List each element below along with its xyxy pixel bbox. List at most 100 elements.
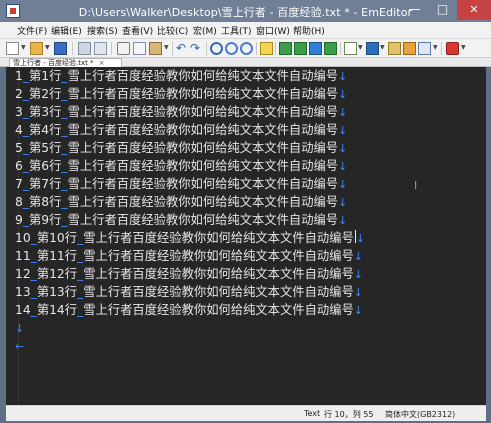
emeditor-window: D:\Users\Walker\Desktop\雪上行者 - 百度经验.txt … (0, 0, 491, 423)
menu-view[interactable]: 查看(V) (122, 24, 153, 37)
newline-mark: ↓ (338, 160, 348, 173)
copy-icon[interactable] (133, 42, 146, 55)
line-body-text: 雪上行者百度经验教你如何给纯文本文件自动编号 (83, 303, 354, 317)
line-label-text: 第10行 (36, 231, 78, 245)
newline-mark: ↓ (338, 70, 348, 83)
newline-mark: ↓ (15, 322, 25, 335)
toolbar: ▼ ▼ ▼ ↶ ↷ ▼ ▼ ▼ ▼ (0, 39, 491, 58)
ibeam-cursor-icon: I (414, 179, 418, 192)
window-dropdown-icon[interactable]: ▼ (433, 44, 438, 51)
text-editor[interactable]: 1_第1行_雪上行者百度经验教你如何给纯文本文件自动编号↓ 2_第2行_雪上行者百… (6, 67, 486, 405)
text-line: 6_第6行_雪上行者百度经验教你如何给纯文本文件自动编号↓ (15, 157, 347, 175)
line-number-text: 12 (15, 267, 31, 281)
menu-window[interactable]: 窗口(W) (256, 24, 290, 37)
toolbar-separator (275, 42, 276, 55)
new-file-icon[interactable] (6, 42, 19, 55)
menu-tools[interactable]: 工具(T) (221, 24, 252, 37)
line-body-text: 雪上行者百度经验教你如何给纯文本文件自动编号 (83, 267, 354, 281)
line-body-text: 雪上行者百度经验教你如何给纯文本文件自动编号 (67, 87, 339, 101)
text-line: 3_第3行_雪上行者百度经验教你如何给纯文本文件自动编号↓ (15, 103, 347, 121)
wrap-window-icon[interactable] (294, 42, 307, 55)
line-label-text: 第2行 (28, 87, 62, 101)
line-number-text: 5 (15, 141, 23, 155)
text-line: 2_第2行_雪上行者百度经验教你如何给纯文本文件自动编号↓ (15, 85, 347, 103)
newline-mark: ↓ (338, 178, 348, 191)
line-number-text: 3 (15, 105, 23, 119)
menu-macros[interactable]: 宏(M) (193, 24, 217, 37)
new-dropdown-icon[interactable]: ▼ (21, 44, 26, 51)
line-number-text: 2 (15, 87, 23, 101)
minimize-button[interactable]: — (401, 0, 428, 20)
line-label-text: 第13行 (36, 285, 78, 299)
line-body-text: 雪上行者百度经验教你如何给纯文本文件自动编号 (83, 231, 354, 245)
newline-mark: ↓ (338, 106, 348, 119)
find-next-icon[interactable] (225, 42, 238, 55)
menu-file[interactable]: 文件(F) (17, 24, 47, 37)
undo-icon[interactable]: ↶ (176, 42, 189, 55)
line-label-text: 第3行 (28, 105, 62, 119)
macro-record-icon[interactable] (446, 42, 459, 55)
newline-mark: ↓ (353, 250, 363, 263)
customize-icon[interactable] (403, 42, 416, 55)
line-body-text: 雪上行者百度经验教你如何给纯文本文件自动编号 (83, 285, 354, 299)
line-body-text: 雪上行者百度经验教你如何给纯文本文件自动编号 (67, 195, 339, 209)
window-icon[interactable] (418, 42, 431, 55)
text-line: 7_第7行_雪上行者百度经验教你如何给纯文本文件自动编号↓ (15, 175, 347, 193)
line-label-text: 第4行 (28, 123, 62, 137)
open-dropdown-icon[interactable]: ▼ (45, 44, 50, 51)
highlight-icon[interactable] (260, 42, 273, 55)
maximize-button[interactable]: □ (429, 0, 456, 20)
menu-edit[interactable]: 编辑(E) (51, 24, 82, 37)
status-encoding[interactable]: 简体中文(GB2312) (385, 409, 455, 420)
text-line: 11_第11行_雪上行者百度经验教你如何给纯文本文件自动编号↓ (15, 247, 363, 265)
find-icon[interactable] (210, 42, 223, 55)
newline-mark: ↓ (338, 196, 348, 209)
tab-document[interactable]: 雪上行者 - 百度经验.txt * × (9, 58, 122, 67)
wrap-page-icon[interactable] (309, 42, 322, 55)
toolbar-separator (206, 42, 207, 55)
line-label-text: 第11行 (36, 249, 78, 263)
print-icon[interactable] (78, 42, 91, 55)
line-number-text: 7 (15, 177, 23, 191)
cut-icon[interactable] (117, 42, 130, 55)
toolbar-separator (441, 42, 442, 55)
status-mode[interactable]: Text (304, 409, 320, 418)
status-bar: Text 行 10，列 55 简体中文(GB2312) (6, 405, 486, 421)
print-preview-icon[interactable] (94, 42, 107, 55)
status-position[interactable]: 行 10，列 55 (324, 409, 373, 420)
text-line: 8_第8行_雪上行者百度经验教你如何给纯文本文件自动编号↓ (15, 193, 347, 211)
save-icon[interactable] (54, 42, 67, 55)
marks-icon[interactable] (366, 42, 379, 55)
line-label-text: 第8行 (28, 195, 62, 209)
find-prev-icon[interactable] (240, 42, 253, 55)
text-line: 10_第10行_雪上行者百度经验教你如何给纯文本文件自动编号 ↓ (15, 229, 365, 247)
line-body-text: 雪上行者百度经验教你如何给纯文本文件自动编号 (67, 123, 339, 137)
menu-bar: 文件(F) 编辑(E) 搜索(S) 查看(V) 比较(C) 宏(M) 工具(T)… (0, 22, 491, 39)
newline-mark: ↓ (338, 88, 348, 101)
open-file-icon[interactable] (30, 42, 43, 55)
toolbar-separator (111, 42, 112, 55)
macro-dropdown-icon[interactable]: ▼ (461, 44, 466, 51)
newline-mark: ↓ (353, 304, 363, 317)
paste-icon[interactable] (149, 42, 162, 55)
close-button[interactable]: ✕ (457, 0, 491, 20)
outline-icon[interactable] (388, 42, 401, 55)
menu-compare[interactable]: 比较(C) (157, 24, 188, 37)
wrap-none-icon[interactable] (279, 42, 292, 55)
eof-mark: ← (15, 340, 25, 353)
paste-dropdown-icon[interactable]: ▼ (164, 44, 169, 51)
tab-close-icon[interactable]: × (99, 59, 105, 67)
marks-dropdown-icon[interactable]: ▼ (380, 44, 385, 51)
text-line: 4_第4行_雪上行者百度经验教你如何给纯文本文件自动编号↓ (15, 121, 347, 139)
line-body-text: 雪上行者百度经验教你如何给纯文本文件自动编号 (67, 177, 339, 191)
document-icon[interactable] (344, 42, 357, 55)
menu-search[interactable]: 搜索(S) (87, 24, 118, 37)
newline-mark: ↓ (338, 124, 348, 137)
line-number-text: 10 (15, 231, 31, 245)
line-body-text: 雪上行者百度经验教你如何给纯文本文件自动编号 (67, 159, 339, 173)
document-dropdown-icon[interactable]: ▼ (358, 44, 363, 51)
line-number-text: 9 (15, 213, 23, 227)
redo-icon[interactable]: ↷ (190, 42, 203, 55)
menu-help[interactable]: 帮助(H) (293, 24, 325, 37)
wrap-chars-icon[interactable] (324, 42, 337, 55)
